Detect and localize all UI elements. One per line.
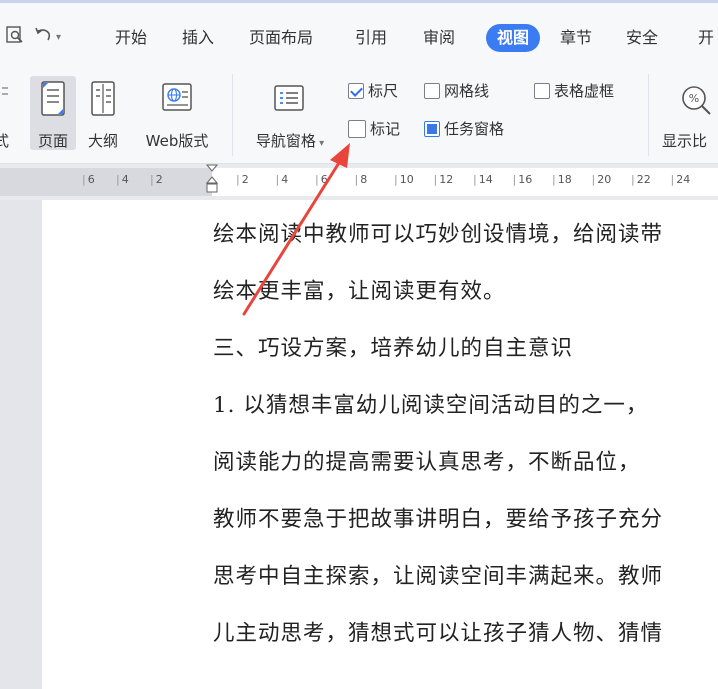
zoom-label: 显示比	[662, 132, 708, 150]
quick-access: ▾	[6, 23, 67, 51]
nav-pane-label: 导航窗格 ▾	[255, 132, 325, 150]
tab-3[interactable]: 引用	[355, 24, 387, 51]
nav-pane-icon	[274, 85, 304, 111]
task-pane-checkbox[interactable]: 任务窗格	[424, 118, 504, 140]
gridlines-checkbox-label: 网格线	[444, 82, 490, 100]
table-gridlines-checkbox-box[interactable]	[534, 83, 550, 99]
ruler-tick: 6	[315, 173, 328, 186]
ribbon-separator	[232, 74, 233, 156]
marks-checkbox-label: 标记	[370, 120, 401, 138]
ruler-tick: 22	[631, 173, 651, 186]
document-line: 绘本更丰富，让阅读更有效。	[213, 279, 506, 304]
document-line: 三、巧设方案，培养幼儿的自主意识	[213, 336, 574, 361]
page-view-button[interactable]: 页面	[30, 76, 76, 150]
document-line: 绘本阅读中教师可以巧妙创设情境，给阅读带	[213, 222, 664, 247]
table-gridlines-checkbox-label: 表格虚框	[554, 82, 615, 100]
document-line: 阅读能力的提高需要认真思考，不断品位，	[213, 450, 641, 475]
web-view-button[interactable]: Web版式	[134, 76, 220, 150]
ruler-tick: 6	[82, 173, 95, 186]
document-line: 儿主动思考，猜想式可以让孩子猜人物、猜情	[213, 621, 664, 646]
marks-checkbox-box[interactable]	[348, 120, 366, 138]
marks-checkbox[interactable]: 标记	[348, 118, 400, 140]
ruler-tick: 16	[513, 173, 532, 186]
ruler-tick: 24	[671, 173, 690, 186]
table-gridlines-checkbox[interactable]: 表格虚框	[534, 80, 614, 102]
nav-pane-button[interactable]: 导航窗格 ▾	[244, 76, 336, 150]
ribbon-separator	[648, 74, 649, 156]
tab-7[interactable]: 安全	[626, 24, 658, 51]
tab-5[interactable]: 视图	[486, 24, 541, 52]
tab-2[interactable]: 页面布局	[249, 24, 313, 51]
ruler-tick: 12	[434, 173, 453, 186]
document-line: 思考中自主探索，让阅读空间丰满起来。教师	[213, 564, 664, 589]
outline-icon	[91, 81, 115, 116]
menu-bar: ▾ 开始 插入 页面布局 引用 审阅 视图 章节 安全 开	[0, 0, 718, 68]
page-view-label: 页面	[37, 132, 68, 150]
ruler-tick: 4	[116, 173, 129, 186]
tab-1[interactable]: 插入	[182, 24, 214, 51]
web-view-label: Web版式	[145, 132, 209, 150]
undo-icon[interactable]	[34, 26, 54, 49]
tab-8[interactable]: 开	[698, 24, 714, 51]
tab-6[interactable]: 章节	[560, 24, 592, 51]
task-pane-checkbox-label: 任务窗格	[444, 120, 505, 138]
gridlines-checkbox-box[interactable]	[424, 83, 440, 99]
document-line: 教师不要急于把故事讲明白，要给予孩子充分	[213, 507, 664, 532]
ribbon-view: 式 页面 大纲 Web版式 导航窗格 ▾ 标尺 网格线 表格虚框 标记 任务窗格…	[0, 68, 718, 164]
horizontal-ruler[interactable]: 64224681012141618202224	[0, 164, 718, 200]
tab-0[interactable]: 开始	[115, 24, 147, 51]
indent-marker-icon[interactable]	[206, 164, 218, 200]
ruler-tick: 8	[355, 173, 367, 186]
task-pane-checkbox-box[interactable]	[424, 121, 440, 137]
ruler-margin-left	[0, 168, 212, 196]
outline-view-label: 大纲	[87, 132, 118, 150]
gridlines-checkbox[interactable]: 网格线	[424, 80, 489, 102]
ruler-tick: 2	[236, 173, 249, 186]
page-view-icon	[41, 81, 65, 116]
outline-view-button[interactable]: 大纲	[82, 76, 124, 150]
ruler-tick: 18	[552, 173, 572, 186]
read-mode-button[interactable]: 式	[0, 76, 24, 150]
ruler-checkbox[interactable]: 标尺	[348, 80, 398, 102]
ruler-tick: 10	[394, 173, 414, 186]
ruler-tick: 20	[592, 173, 611, 186]
ruler-tick: 2	[150, 173, 163, 186]
document-line: 1. 以猜想丰富幼儿阅读空间活动目的之一，	[213, 393, 649, 418]
web-layout-icon	[162, 83, 192, 111]
zoom-button[interactable]: % 显示比	[660, 76, 718, 150]
ruler-tick: 4	[276, 173, 288, 186]
ruler-tick: 14	[473, 173, 493, 186]
ruler-checkbox-box[interactable]	[348, 83, 364, 99]
ruler-checkbox-label: 标尺	[368, 82, 399, 100]
read-mode-label: 式	[0, 132, 10, 150]
tab-4[interactable]: 审阅	[423, 24, 455, 51]
zoom-icon: %	[682, 86, 711, 115]
print-preview-icon[interactable]	[6, 25, 24, 49]
svg-text:%: %	[689, 92, 699, 105]
undo-dropdown-icon[interactable]: ▾	[56, 32, 61, 43]
